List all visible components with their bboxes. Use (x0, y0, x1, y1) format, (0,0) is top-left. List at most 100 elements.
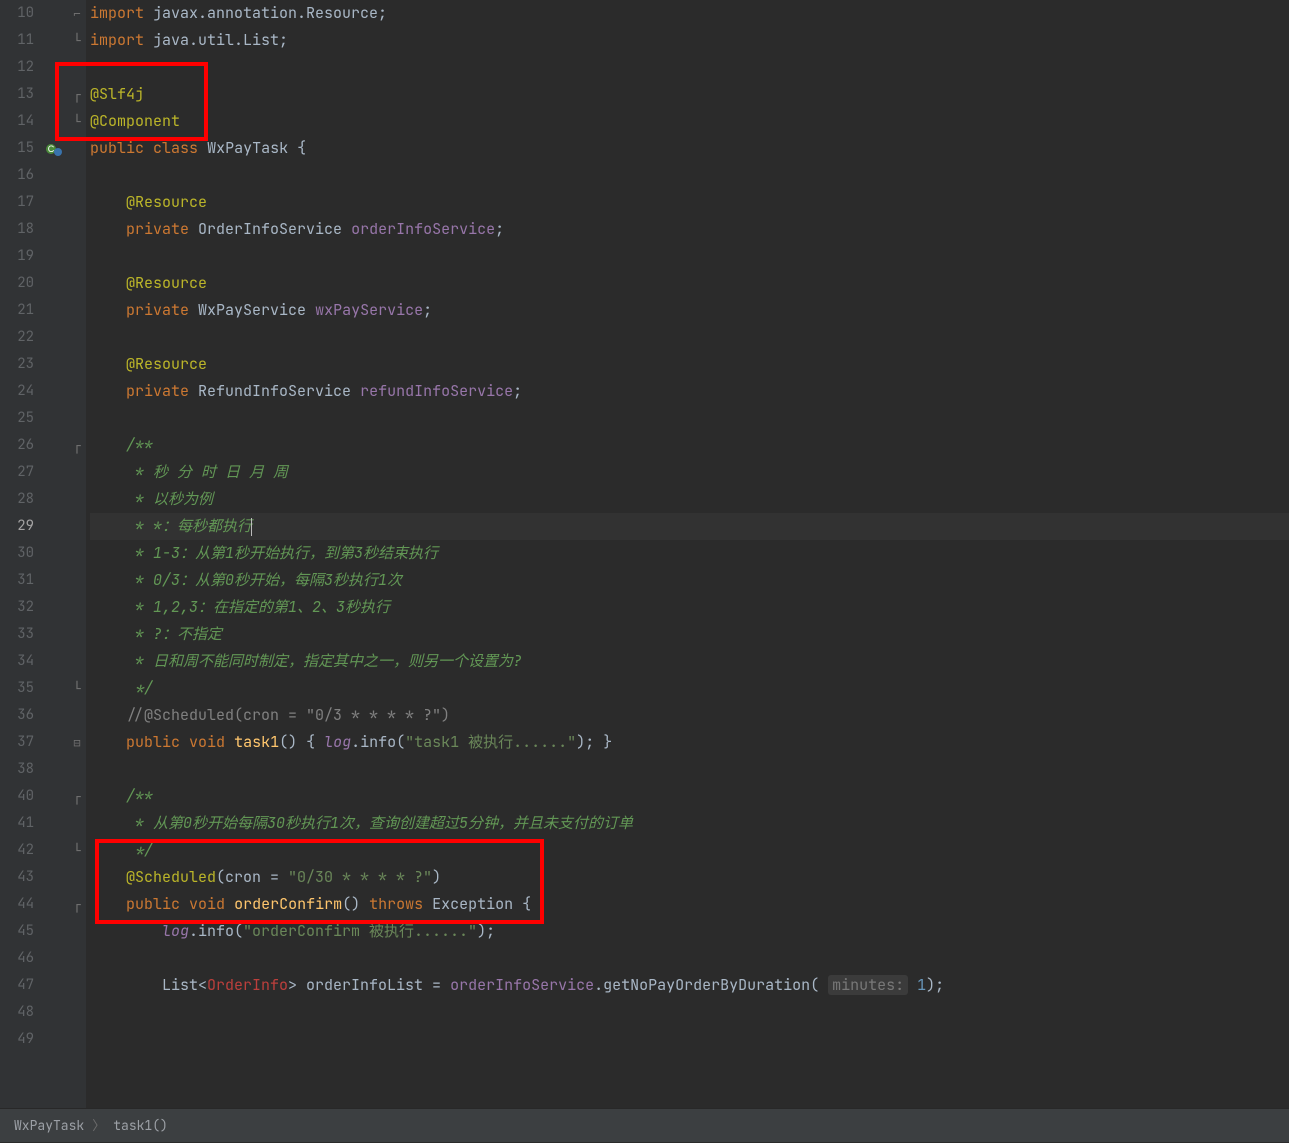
inlay-hint: minutes: (828, 975, 908, 995)
code-line[interactable]: * ?：不指定 (90, 621, 1289, 648)
code-line[interactable] (90, 999, 1289, 1026)
line-number[interactable]: 14 (0, 108, 40, 135)
line-number[interactable]: 43 (0, 864, 40, 891)
line-number[interactable]: 32 (0, 594, 40, 621)
fold-start-icon[interactable]: ┌ (70, 88, 84, 102)
code-editor[interactable]: 10 11 12 13 14 15 16 17 18 19 20 21 22 2… (0, 0, 1289, 1108)
code-line[interactable]: import javax.annotation.Resource; (90, 0, 1289, 27)
line-number[interactable]: 41 (0, 810, 40, 837)
line-number[interactable]: 45 (0, 918, 40, 945)
code-line[interactable]: * 日和周不能同时制定，指定其中之一，则另一个设置为? (90, 648, 1289, 675)
line-number[interactable]: 33 (0, 621, 40, 648)
line-number[interactable]: 19 (0, 243, 40, 270)
code-line[interactable]: private RefundInfoService refundInfoServ… (90, 378, 1289, 405)
line-number[interactable]: 29 (0, 513, 40, 540)
fold-end-icon[interactable]: ⌐ (70, 7, 84, 21)
code-line-current[interactable]: * *：每秒都执行 (90, 513, 1289, 540)
breadcrumb-class[interactable]: WxPayTask (14, 1109, 84, 1143)
line-number[interactable]: 34 (0, 648, 40, 675)
line-number[interactable]: 47 (0, 972, 40, 999)
fold-start-icon[interactable]: ┌ (70, 898, 84, 912)
code-line[interactable]: * 0/3：从第0秒开始，每隔3秒执行1次 (90, 567, 1289, 594)
line-number[interactable]: 48 (0, 999, 40, 1026)
line-number-gutter: 10 11 12 13 14 15 16 17 18 19 20 21 22 2… (0, 0, 40, 1108)
code-line[interactable]: */ (90, 837, 1289, 864)
fold-end-icon[interactable]: └ (70, 34, 84, 48)
text-caret (251, 518, 252, 536)
code-line[interactable]: private OrderInfoService orderInfoServic… (90, 216, 1289, 243)
code-line[interactable]: public void task1() { log.info("task1 被执… (90, 729, 1289, 756)
code-line[interactable]: /** (90, 783, 1289, 810)
line-number[interactable]: 28 (0, 486, 40, 513)
fold-start-icon[interactable]: ┌ (70, 790, 84, 804)
line-number[interactable]: 12 (0, 54, 40, 81)
code-line[interactable]: * 从第0秒开始每隔30秒执行1次，查询创建超过5分钟，并且未支付的订单 (90, 810, 1289, 837)
code-line[interactable] (90, 243, 1289, 270)
line-number[interactable]: 10 (0, 0, 40, 27)
fold-end-icon[interactable]: └ (70, 844, 84, 858)
gutter-icons: C (40, 0, 68, 1108)
line-number[interactable]: 21 (0, 297, 40, 324)
line-number[interactable]: 40 (0, 783, 40, 810)
code-line[interactable]: * 1,2,3：在指定的第1、2、3秒执行 (90, 594, 1289, 621)
line-number[interactable]: 18 (0, 216, 40, 243)
code-line[interactable]: private WxPayService wxPayService; (90, 297, 1289, 324)
line-number[interactable]: 13 (0, 81, 40, 108)
code-line[interactable]: import java.util.List; (90, 27, 1289, 54)
code-line[interactable]: */ (90, 675, 1289, 702)
line-number[interactable]: 37 (0, 729, 40, 756)
line-number[interactable]: 11 (0, 27, 40, 54)
code-line[interactable]: * 秒 分 时 日 月 周 (90, 459, 1289, 486)
code-line[interactable]: log.info("orderConfirm 被执行......"); (90, 918, 1289, 945)
line-number[interactable]: 26 (0, 432, 40, 459)
code-line[interactable] (90, 162, 1289, 189)
line-number[interactable]: 17 (0, 189, 40, 216)
line-number[interactable]: 38 (0, 756, 40, 783)
code-line[interactable]: /** (90, 432, 1289, 459)
svg-text:C: C (48, 144, 55, 154)
line-number[interactable]: 36 (0, 702, 40, 729)
line-number[interactable]: 49 (0, 1026, 40, 1053)
code-line[interactable]: public class WxPayTask { (90, 135, 1289, 162)
code-line[interactable] (90, 324, 1289, 351)
breadcrumb-method[interactable]: task1() (113, 1109, 168, 1143)
code-line[interactable]: @Slf4j (90, 81, 1289, 108)
code-line[interactable]: @Component (90, 108, 1289, 135)
line-number[interactable]: 22 (0, 324, 40, 351)
breadcrumb-separator-icon: 〉 (92, 1109, 105, 1143)
line-number[interactable]: 25 (0, 405, 40, 432)
code-line[interactable]: List<OrderInfo> orderInfoList = orderInf… (90, 972, 1289, 999)
line-number[interactable]: 35 (0, 675, 40, 702)
fold-start-icon[interactable]: ┌ (70, 439, 84, 453)
line-number[interactable]: 16 (0, 162, 40, 189)
line-number[interactable]: 31 (0, 567, 40, 594)
line-number[interactable]: 30 (0, 540, 40, 567)
code-line[interactable] (90, 54, 1289, 81)
fold-gutter: ⌐ └ ┌ └ ┌ └ ⊟ ┌ └ ┌ (68, 0, 86, 1108)
fold-both-icon[interactable]: ⊟ (70, 736, 84, 750)
line-number[interactable]: 44 (0, 891, 40, 918)
line-number[interactable]: 23 (0, 351, 40, 378)
code-line[interactable] (90, 756, 1289, 783)
line-number[interactable]: 15 (0, 135, 40, 162)
code-line[interactable] (90, 405, 1289, 432)
line-number[interactable]: 20 (0, 270, 40, 297)
code-line[interactable]: //@Scheduled(cron = "0/3 * * * * ?") (90, 702, 1289, 729)
code-line[interactable]: @Scheduled(cron = "0/30 * * * * ?") (90, 864, 1289, 891)
line-number[interactable]: 24 (0, 378, 40, 405)
line-number[interactable]: 46 (0, 945, 40, 972)
fold-end-icon[interactable]: └ (70, 682, 84, 696)
breadcrumb-bar[interactable]: WxPayTask 〉 task1() (0, 1108, 1289, 1142)
code-line[interactable]: public void orderConfirm() throws Except… (90, 891, 1289, 918)
code-line[interactable]: @Resource (90, 270, 1289, 297)
code-line[interactable]: @Resource (90, 189, 1289, 216)
code-area[interactable]: import javax.annotation.Resource; import… (86, 0, 1289, 1108)
fold-end-icon[interactable]: └ (70, 115, 84, 129)
line-number[interactable]: 27 (0, 459, 40, 486)
line-number[interactable]: 42 (0, 837, 40, 864)
code-line[interactable] (90, 945, 1289, 972)
code-line[interactable]: @Resource (90, 351, 1289, 378)
code-line[interactable]: * 1-3：从第1秒开始执行，到第3秒结束执行 (90, 540, 1289, 567)
class-icon: C (46, 141, 62, 157)
code-line[interactable]: * 以秒为例 (90, 486, 1289, 513)
